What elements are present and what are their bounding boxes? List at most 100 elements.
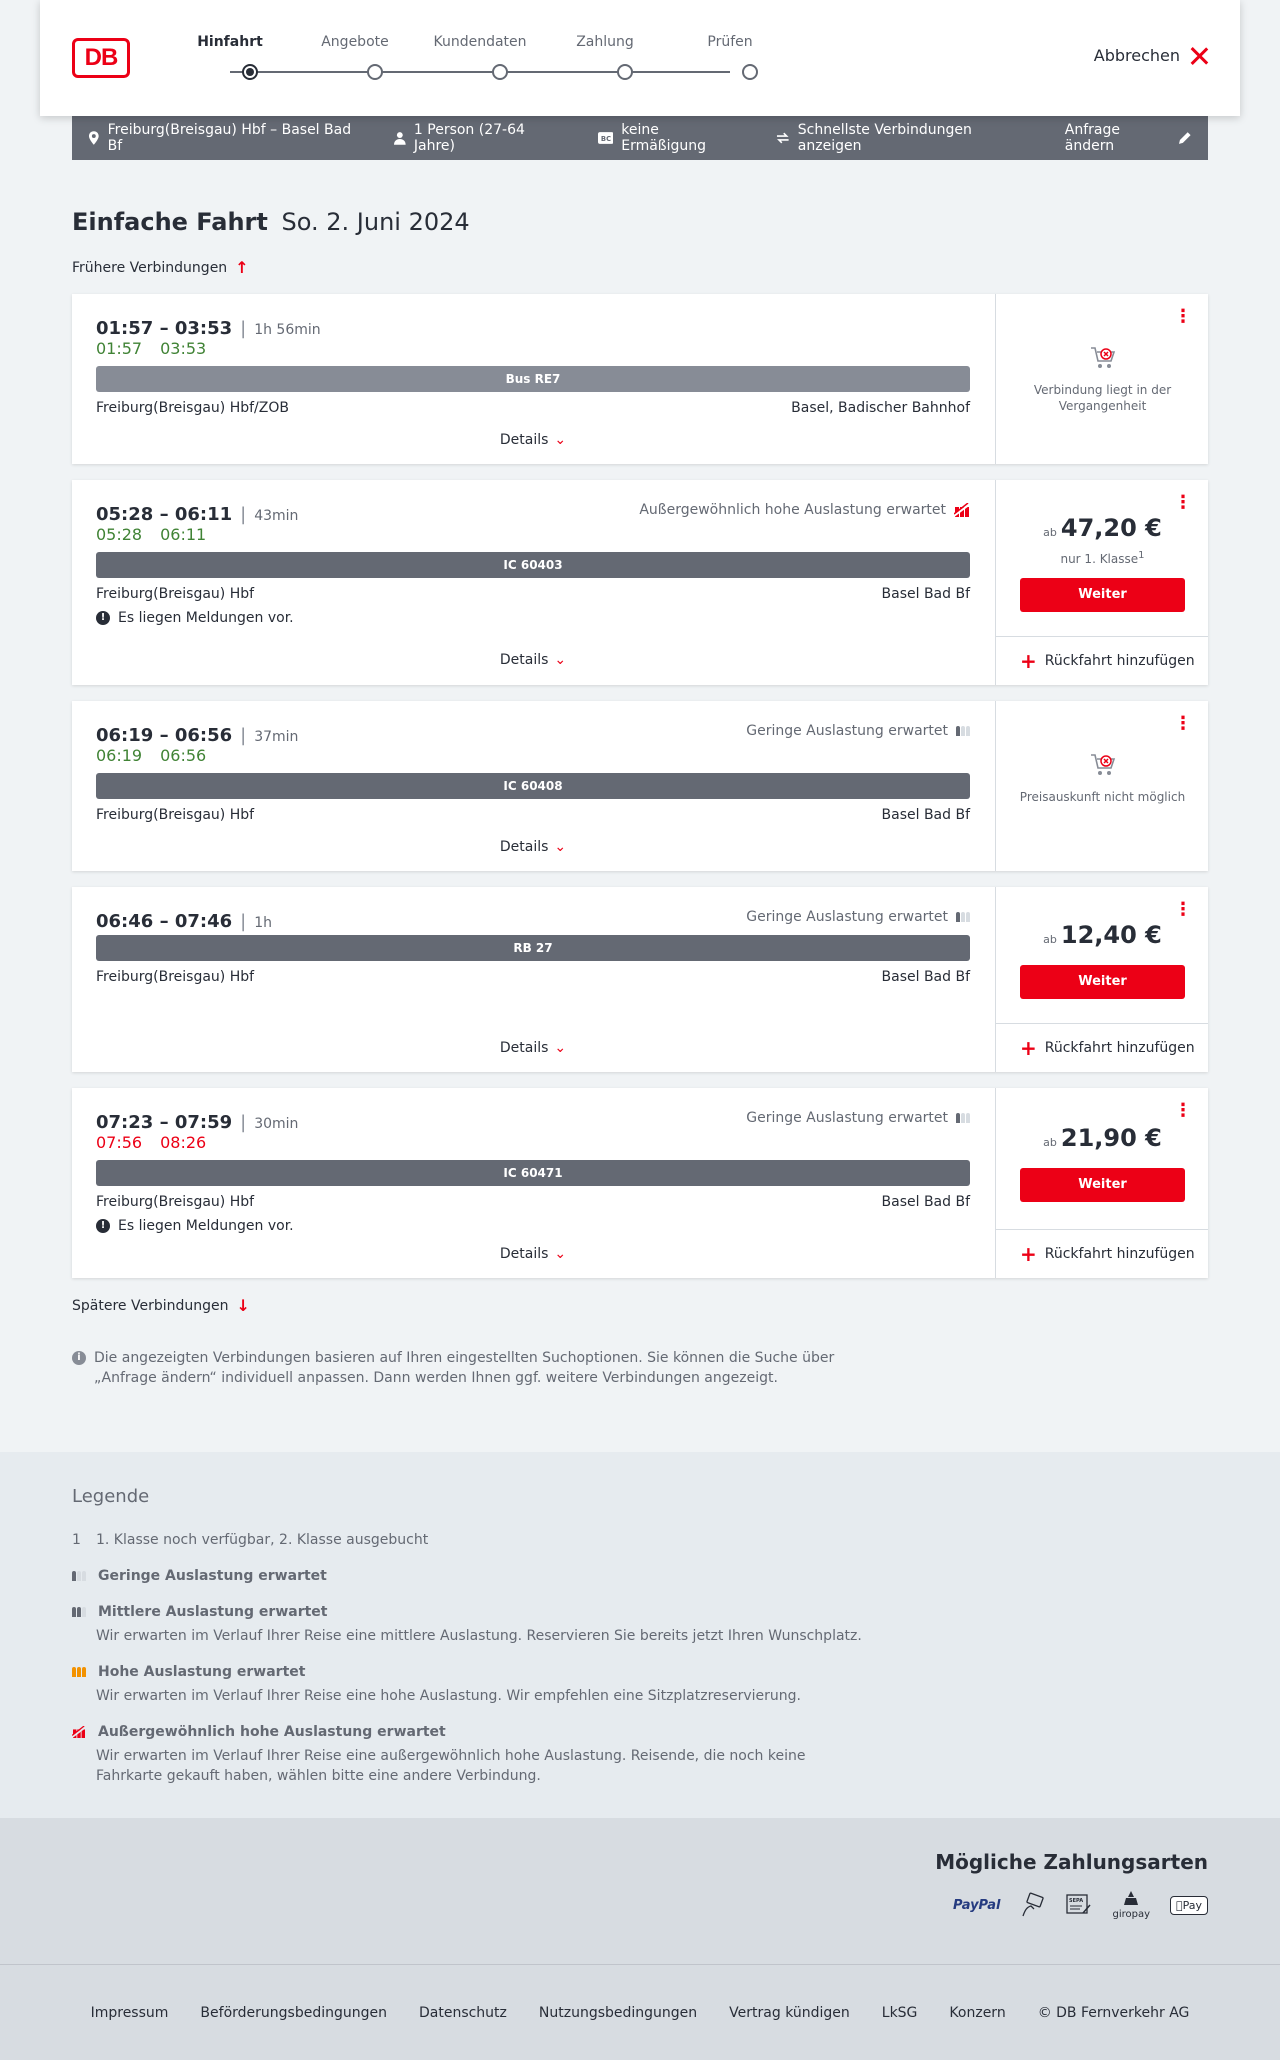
earlier-label: Frühere Verbindungen (72, 259, 228, 276)
occupancy-exceptional-icon (954, 503, 970, 517)
add-return-button[interactable]: + Rückfahrt hinzufügen (996, 1023, 1208, 1072)
realtime-times: 05:28 06:11 (96, 525, 224, 544)
separator: | (240, 318, 247, 339)
footer-link-datenschutz[interactable]: Datenschutz (419, 2005, 507, 2021)
train-bar: RB 27 (96, 935, 970, 961)
realtime-arrival: 08:26 (160, 1133, 207, 1152)
unavailable-notice: Preisauskunft nicht möglich (1016, 753, 1189, 805)
continue-button[interactable]: Weiter (1020, 1168, 1185, 1202)
sepa-icon-text: SEPA (1069, 1898, 1083, 1904)
step-angebote: Angebote (321, 34, 389, 50)
occupancy-low-icon (956, 726, 970, 736)
departure-station: Freiburg(Breisgau) Hbf/ZOB (96, 400, 289, 416)
arrival-station: Basel Bad Bf (881, 586, 970, 602)
footer-link-nutzung[interactable]: Nutzungsbedingungen (539, 2005, 697, 2021)
price: ab 12,40 € (996, 921, 1209, 949)
route-item: Freiburg(Breisgau) Hbf – Basel Bad Bf (88, 122, 362, 154)
details-label: Details (499, 432, 549, 448)
departure-station: Freiburg(Breisgau) Hbf (96, 586, 255, 602)
later-connections-link[interactable]: Spätere Verbindungen ↓ (72, 1296, 250, 1315)
paypal-icon: PayPal (953, 1897, 1001, 1913)
giropay-glyph (1124, 1891, 1139, 1905)
later-label: Spätere Verbindungen (72, 1297, 229, 1314)
cancel-button[interactable]: Abbrechen (1094, 46, 1208, 65)
connection-times: 05:28 – 06:11 | 43min (96, 504, 298, 525)
add-return-label: Rückfahrt hinzufügen (1044, 653, 1195, 669)
details-label: Details (499, 652, 549, 668)
footer-link-befoerderung[interactable]: Beförderungsbedingungen (200, 2005, 387, 2021)
chevron-down-icon: ⌄ (554, 839, 567, 855)
step-dot (742, 64, 758, 80)
add-return-button[interactable]: + Rückfahrt hinzufügen (996, 1229, 1208, 1278)
legend-head: Hohe Auslastung erwartet (72, 1664, 872, 1680)
legend-label: 1. Klasse noch verfügbar, 2. Klasse ausg… (96, 1532, 429, 1548)
connection-main: 05:28 – 06:11 | 43min Außergewöhnlich hohe… (72, 480, 994, 685)
realtime-departure: 05:28 (96, 525, 143, 544)
details-toggle[interactable]: Details ⌄ (72, 652, 994, 668)
close-icon (1190, 47, 1208, 65)
offer-panel: ⋮ ab 47,20 € nur 1. Klasse1 Weiter + Rückf… (995, 480, 1208, 685)
more-options-icon[interactable]: ⋮ (1174, 901, 1192, 919)
db-logo[interactable]: DB (72, 38, 130, 78)
footer-link-impressum[interactable]: Impressum (91, 2005, 169, 2021)
more-options-icon[interactable]: ⋮ (1174, 715, 1192, 733)
add-return-button[interactable]: + Rückfahrt hinzufügen (996, 636, 1208, 685)
connection-card: 06:46 – 07:46 | 1h Geringe Auslastung erwa… (72, 887, 1208, 1072)
footer-link-lksg[interactable]: LkSG (882, 2005, 918, 2021)
more-options-icon[interactable]: ⋮ (1174, 1102, 1192, 1120)
booking-header: DB Hinfahrt Angebote Kundendaten Zahlung… (40, 0, 1240, 116)
details-toggle[interactable]: Details ⌄ (72, 839, 994, 855)
continue-button[interactable]: Weiter (1020, 578, 1185, 612)
realtime-arrival: 03:53 (160, 339, 207, 358)
legend-section: Legende 1 1. Klasse noch verfügbar, 2. Kl… (0, 1452, 1280, 1818)
legend-head: Mittlere Auslastung erwartet (72, 1604, 872, 1620)
giropay-icon: giropay (1112, 1890, 1150, 1920)
occupancy-text: Geringe Auslastung erwartet (746, 909, 948, 925)
step-dot (492, 64, 508, 80)
occupancy-high-icon (72, 1667, 86, 1677)
connection-card: 07:23 – 07:59 | 30min Geringe Auslastung e… (72, 1088, 1208, 1278)
planned-times: 05:28 – 06:11 (96, 504, 233, 525)
legend-desc: Wir erwarten im Verlauf Ihrer Reise eine… (96, 1688, 801, 1704)
earlier-connections-link[interactable]: Frühere Verbindungen ↑ (72, 258, 249, 277)
connection-main: 06:19 – 06:56 | 37min Geringe Auslastung e… (72, 701, 994, 871)
realtime-times: 01:57 03:53 (96, 339, 224, 358)
planned-times: 06:46 – 07:46 (96, 911, 233, 932)
travellers-text: 1 Person (27-64 Jahre) (413, 122, 525, 154)
more-options-icon[interactable]: ⋮ (1174, 308, 1192, 326)
class-note-text: nur 1. Klasse (1060, 552, 1139, 566)
occupancy-medium-icon (72, 1607, 86, 1617)
realtime-arrival: 06:11 (160, 525, 207, 544)
details-label: Details (499, 1040, 549, 1056)
more-options-icon[interactable]: ⋮ (1174, 494, 1192, 512)
legend-title: Legende (72, 1486, 150, 1507)
connection-times: 01:57 – 03:53 | 1h 56min (96, 318, 321, 339)
connection-main: 06:46 – 07:46 | 1h Geringe Auslastung erwa… (72, 887, 994, 1072)
connection-card: 06:19 – 06:56 | 37min Geringe Auslastung e… (72, 701, 1208, 871)
legend-label: Außergewöhnlich hohe Auslastung erwartet (98, 1724, 446, 1740)
message-notice[interactable]: ! Es liegen Meldungen vor. (96, 610, 294, 626)
duration: 43min (254, 508, 299, 524)
message-notice[interactable]: ! Es liegen Meldungen vor. (96, 1218, 294, 1234)
details-label: Details (499, 1246, 549, 1262)
details-toggle[interactable]: Details ⌄ (72, 1040, 994, 1056)
fastest-item: Schnellste Verbindungen anzeigen (776, 122, 1033, 154)
info-icon: i (72, 1351, 86, 1365)
change-request-button[interactable]: Anfrage ändern (1065, 122, 1192, 154)
plus-icon: + (1020, 649, 1037, 673)
planned-times: 07:23 – 07:59 (96, 1112, 233, 1133)
route-text: Freiburg(Breisgau) Hbf – Basel Bad Bf (107, 122, 352, 154)
connection-main: 07:23 – 07:59 | 30min Geringe Auslastung e… (72, 1088, 994, 1278)
details-toggle[interactable]: Details ⌄ (72, 432, 994, 448)
message-text: Es liegen Meldungen vor. (118, 1218, 294, 1234)
unavailable-text: Verbindung liegt in der Vergangenheit (1033, 383, 1172, 413)
details-toggle[interactable]: Details ⌄ (72, 1246, 994, 1262)
legend-desc: Wir erwarten im Verlauf Ihrer Reise eine… (96, 1628, 862, 1644)
footer-link-kuendigen[interactable]: Vertrag kündigen (729, 2005, 850, 2021)
footer-link-konzern[interactable]: Konzern (949, 2005, 1005, 2021)
duration: 30min (254, 1116, 299, 1132)
price-value: 21,90 € (1060, 1124, 1162, 1152)
continue-button[interactable]: Weiter (1020, 965, 1185, 999)
pencil-icon (1179, 132, 1192, 144)
price-value: 47,20 € (1060, 514, 1162, 542)
